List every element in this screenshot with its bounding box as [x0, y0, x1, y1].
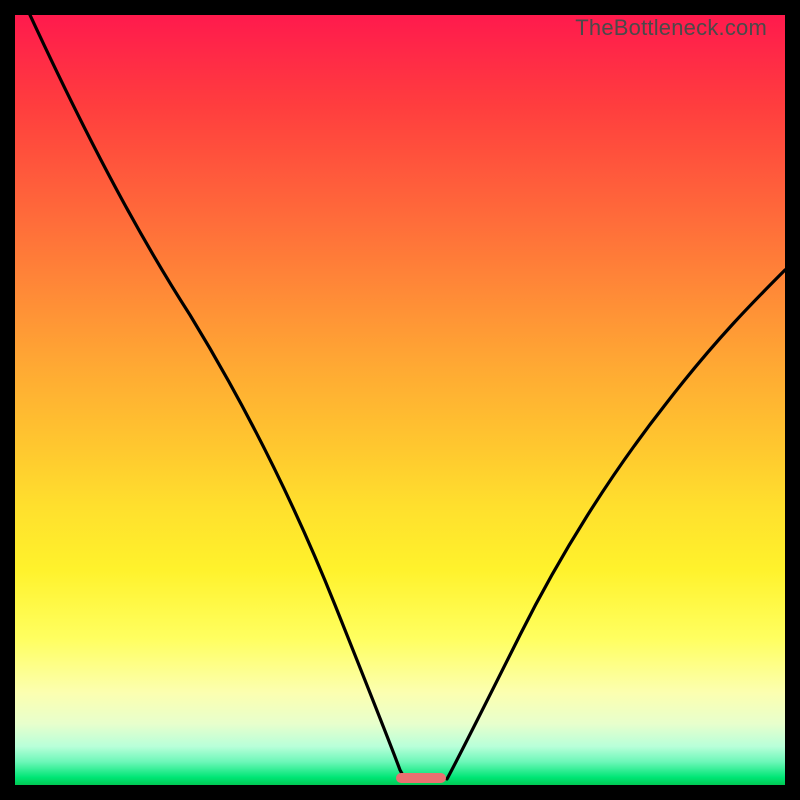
bottleneck-curve — [15, 15, 785, 785]
chart-frame: TheBottleneck.com — [0, 0, 800, 800]
curve-left-branch — [30, 15, 405, 779]
plot-area: TheBottleneck.com — [15, 15, 785, 785]
curve-right-branch — [447, 270, 785, 779]
